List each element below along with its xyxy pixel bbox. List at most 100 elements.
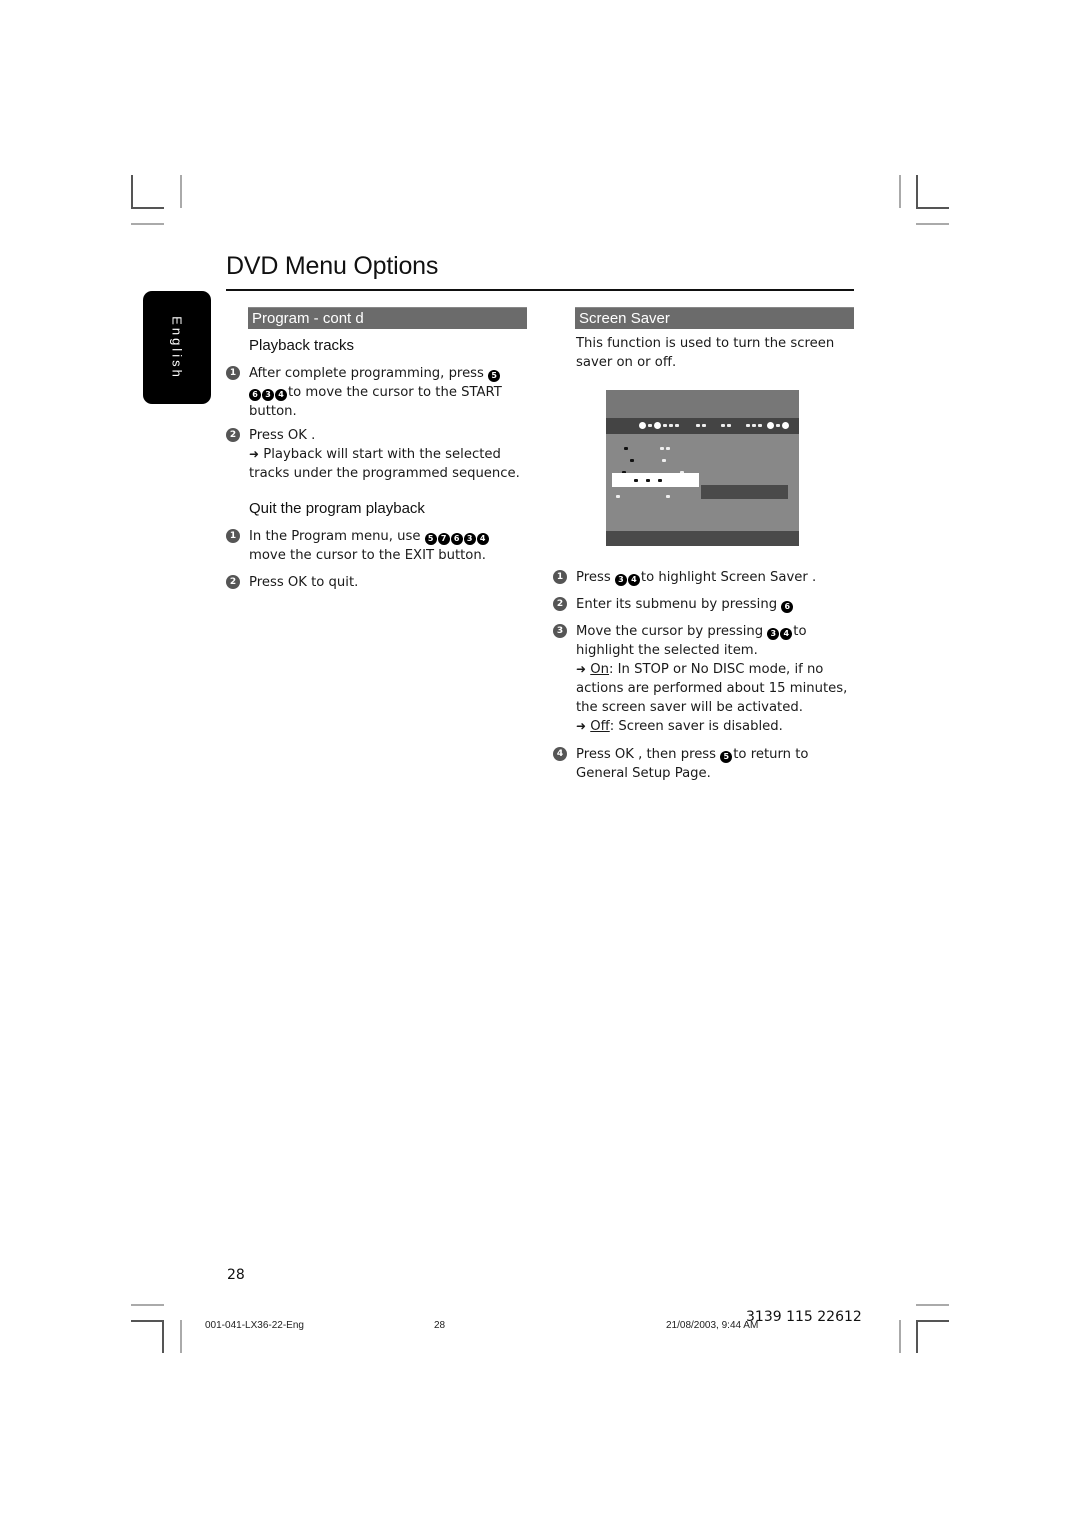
button-4-icon: 4 bbox=[627, 574, 640, 586]
option-on-text: actions are performed about 15 minutes, bbox=[576, 681, 848, 696]
arrow-right-icon: ➜ bbox=[576, 719, 587, 733]
crop-mark bbox=[916, 1304, 949, 1306]
step-result: tracks under the programmed sequence. bbox=[249, 466, 520, 481]
step-text: Enter its submenu by pressing bbox=[576, 597, 778, 612]
button-3-icon: 3 bbox=[463, 533, 476, 545]
glyph bbox=[624, 447, 628, 450]
crop-mark bbox=[131, 207, 164, 209]
crop-mark bbox=[131, 223, 164, 225]
glyph bbox=[658, 479, 662, 482]
step-text: to move the cursor to the START bbox=[288, 385, 502, 400]
setup-menu-screenshot bbox=[606, 390, 799, 546]
glyph bbox=[663, 424, 667, 427]
step-text: Press bbox=[576, 570, 611, 585]
step-text: button. bbox=[249, 404, 297, 419]
step-number: 3 bbox=[553, 624, 567, 638]
screen-saver-intro: This function is used to turn the screen… bbox=[576, 334, 856, 372]
crop-mark bbox=[916, 1320, 918, 1353]
option-off-label: Off bbox=[590, 719, 610, 734]
arrow-right-icon: ➜ bbox=[576, 662, 587, 676]
page-number: 28 bbox=[227, 1267, 245, 1283]
language-tab: English bbox=[143, 291, 211, 404]
arrow-right-icon: ➜ bbox=[249, 447, 260, 461]
button-4-icon: 4 bbox=[780, 628, 793, 640]
button-4-icon: 4 bbox=[275, 389, 287, 401]
button-3-icon: 3 bbox=[767, 628, 780, 640]
step-result: Playback will start with the selected bbox=[263, 447, 501, 462]
subheading-playback-tracks: Playback tracks bbox=[249, 337, 355, 354]
language-tab-label: English bbox=[169, 315, 185, 380]
glyph bbox=[758, 424, 762, 427]
submenu-box bbox=[701, 485, 788, 499]
step-text: to return to bbox=[733, 747, 809, 762]
glyph bbox=[721, 424, 725, 427]
section-header-screen-saver: Screen Saver bbox=[575, 307, 854, 329]
glyph bbox=[669, 424, 673, 427]
button-6-icon: 6 bbox=[249, 389, 261, 401]
crop-mark bbox=[131, 175, 133, 208]
menu-tab-icon bbox=[654, 422, 661, 429]
step-text: highlight the selected item. bbox=[576, 643, 758, 658]
step-text: Press OK , then press bbox=[576, 747, 717, 762]
step-text: move the cursor to the EXIT button. bbox=[249, 548, 486, 563]
screen-top-area bbox=[606, 390, 799, 418]
crop-mark bbox=[131, 1304, 164, 1306]
crop-mark bbox=[162, 1320, 164, 1353]
button-3-icon: 3 bbox=[262, 389, 274, 401]
button-3-icon: 3 bbox=[614, 574, 627, 586]
step-text: Press OK to quit. bbox=[249, 575, 359, 590]
menu-tab-icon bbox=[767, 422, 774, 429]
button-5-icon: 5 bbox=[720, 751, 733, 763]
step-text: General Setup Page. bbox=[576, 766, 711, 781]
step-number: 2 bbox=[553, 597, 567, 611]
menu-tab-icon bbox=[639, 422, 646, 429]
glyph bbox=[727, 424, 731, 427]
step-text: to bbox=[793, 624, 807, 639]
glyph bbox=[752, 424, 756, 427]
footer-part-code: 3139 115 22612 bbox=[746, 1309, 862, 1325]
footer-file-name: 001-041-LX36-22-Eng bbox=[205, 1320, 304, 1331]
option-off-text: : Screen saver is disabled. bbox=[609, 719, 783, 734]
crop-mark bbox=[916, 207, 949, 209]
screen-saver-highlight-row bbox=[612, 473, 699, 487]
step-text: Move the cursor by pressing bbox=[576, 624, 764, 639]
screen-status-bar bbox=[606, 531, 799, 546]
step-number: 2 bbox=[226, 428, 240, 442]
crop-mark bbox=[899, 1320, 901, 1353]
title-rule bbox=[226, 289, 854, 291]
button-4-icon: 4 bbox=[476, 533, 489, 545]
glyph bbox=[648, 424, 652, 427]
crop-mark bbox=[916, 175, 918, 208]
glyph bbox=[675, 424, 679, 427]
menu-tab-icon bbox=[782, 422, 789, 429]
glyph bbox=[776, 424, 780, 427]
step-text: to highlight Screen Saver . bbox=[640, 570, 817, 585]
step-number: 1 bbox=[226, 529, 240, 543]
subheading-quit-program: Quit the program playback bbox=[249, 500, 425, 517]
crop-mark bbox=[180, 1320, 182, 1353]
crop-mark bbox=[916, 223, 949, 225]
step-number: 1 bbox=[226, 366, 240, 380]
glyph bbox=[630, 459, 634, 462]
glyph bbox=[646, 479, 650, 482]
button-6-icon: 6 bbox=[781, 601, 794, 613]
button-6-icon: 6 bbox=[450, 533, 463, 545]
crop-mark bbox=[131, 1320, 164, 1322]
crop-mark bbox=[899, 175, 901, 208]
glyph bbox=[666, 447, 670, 450]
intro-line: This function is used to turn the screen bbox=[576, 336, 835, 351]
step-number: 1 bbox=[553, 570, 567, 584]
step-text: After complete programming, press bbox=[249, 366, 484, 381]
button-5-icon: 5 bbox=[488, 370, 501, 382]
glyph bbox=[660, 447, 664, 450]
crop-mark bbox=[180, 175, 182, 208]
crop-mark bbox=[916, 1320, 949, 1322]
button-5-icon: 5 bbox=[424, 533, 437, 545]
glyph bbox=[746, 424, 750, 427]
option-on-text: : In STOP or No DISC mode, if no bbox=[609, 662, 824, 677]
intro-line: saver on or off. bbox=[576, 355, 677, 370]
glyph bbox=[634, 479, 638, 482]
glyph bbox=[696, 424, 700, 427]
section-header-program: Program - cont d bbox=[248, 307, 527, 329]
footer-timestamp: 21/08/2003, 9:44 AM bbox=[666, 1320, 759, 1331]
